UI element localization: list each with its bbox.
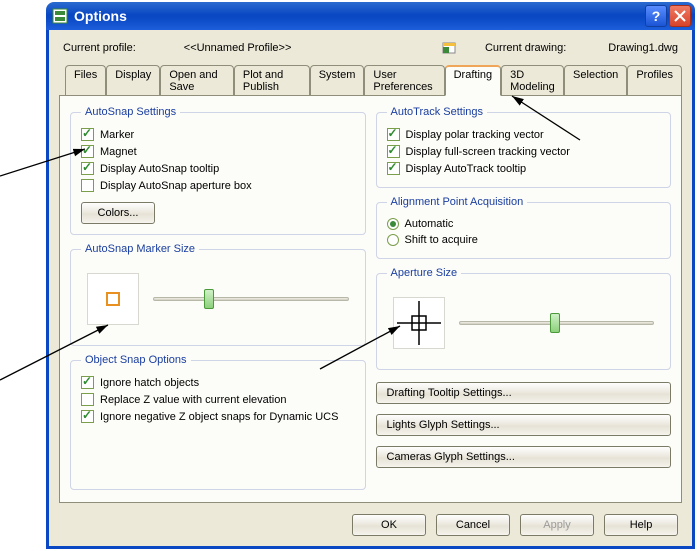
tab-profiles[interactable]: Profiles [627, 65, 682, 96]
colors-button[interactable]: Colors... [81, 202, 155, 224]
group-marker-size-legend: AutoSnap Marker Size [81, 243, 199, 255]
tab-open-save[interactable]: Open and Save [160, 65, 234, 96]
checkbox-marker[interactable] [81, 128, 94, 141]
checkbox-autosnap-tooltip[interactable] [81, 162, 94, 175]
left-column: AutoSnap Settings Marker Magnet Display … [70, 106, 366, 490]
group-aperture-size-legend: Aperture Size [387, 267, 462, 279]
tabstrip: Files Display Open and Save Plot and Pub… [59, 64, 682, 95]
right-column: AutoTrack Settings Display polar trackin… [376, 106, 672, 490]
group-alignment-legend: Alignment Point Acquisition [387, 196, 528, 208]
aperture-preview [393, 297, 445, 349]
label-autotrack-tooltip: Display AutoTrack tooltip [406, 163, 527, 175]
group-autotrack-legend: AutoTrack Settings [387, 106, 488, 118]
group-autosnap-legend: AutoSnap Settings [81, 106, 180, 118]
drafting-tooltip-settings-button[interactable]: Drafting Tooltip Settings... [376, 382, 672, 404]
cancel-button[interactable]: Cancel [436, 514, 510, 536]
tab-drafting[interactable]: Drafting [445, 65, 502, 96]
close-button[interactable] [669, 5, 691, 27]
tab-selection[interactable]: Selection [564, 65, 627, 96]
ok-button[interactable]: OK [352, 514, 426, 536]
tab-user-preferences[interactable]: User Preferences [364, 65, 444, 96]
tab-content: AutoSnap Settings Marker Magnet Display … [59, 95, 682, 503]
app-icon [52, 8, 68, 24]
label-magnet: Magnet [100, 146, 137, 158]
tab-system[interactable]: System [310, 65, 365, 96]
cameras-glyph-settings-button[interactable]: Cameras Glyph Settings... [376, 446, 672, 468]
label-replace-z: Replace Z value with current elevation [100, 394, 286, 406]
group-osnap-options: Object Snap Options Ignore hatch objects… [70, 354, 366, 490]
checkbox-fullscreen-tracking[interactable] [387, 145, 400, 158]
window-title: Options [74, 8, 643, 24]
group-aperture-size: Aperture Size [376, 267, 672, 370]
dialog-buttons: OK Cancel Apply Help [352, 514, 678, 536]
checkbox-ignore-neg-z[interactable] [81, 410, 94, 423]
label-automatic: Automatic [405, 218, 454, 230]
tab-files[interactable]: Files [65, 65, 106, 96]
tab-3d-modeling[interactable]: 3D Modeling [501, 65, 564, 96]
checkbox-replace-z[interactable] [81, 393, 94, 406]
aperture-size-slider[interactable] [459, 321, 655, 325]
group-autotrack: AutoTrack Settings Display polar trackin… [376, 106, 672, 188]
label-ignore-neg-z: Ignore negative Z object snaps for Dynam… [100, 411, 338, 423]
label-marker: Marker [100, 129, 134, 141]
checkbox-polar-tracking[interactable] [387, 128, 400, 141]
profile-row: Current profile: <<Unnamed Profile>> Cur… [59, 38, 682, 64]
group-alignment: Alignment Point Acquisition Automatic Sh… [376, 196, 672, 259]
checkbox-magnet[interactable] [81, 145, 94, 158]
titlebar: Options ? [46, 2, 695, 30]
window-body: Current profile: <<Unnamed Profile>> Cur… [46, 30, 695, 549]
checkbox-autotrack-tooltip[interactable] [387, 162, 400, 175]
label-fullscreen-tracking: Display full-screen tracking vector [406, 146, 570, 158]
checkbox-autosnap-aperture[interactable] [81, 179, 94, 192]
checkbox-ignore-hatch[interactable] [81, 376, 94, 389]
group-autosnap: AutoSnap Settings Marker Magnet Display … [70, 106, 366, 235]
current-profile-value: <<Unnamed Profile>> [184, 42, 292, 54]
drawing-icon [441, 40, 457, 56]
tab-plot-publish[interactable]: Plot and Publish [234, 65, 310, 96]
marker-preview [87, 273, 139, 325]
help-titlebar-button[interactable]: ? [645, 5, 667, 27]
group-marker-size: AutoSnap Marker Size [70, 243, 366, 346]
apply-button[interactable]: Apply [520, 514, 594, 536]
current-drawing-value: Drawing1.dwg [608, 42, 678, 54]
label-ignore-hatch: Ignore hatch objects [100, 377, 199, 389]
current-profile-label: Current profile: [63, 42, 136, 54]
label-polar-tracking: Display polar tracking vector [406, 129, 544, 141]
tab-display[interactable]: Display [106, 65, 160, 96]
label-shift: Shift to acquire [405, 234, 478, 246]
radio-shift[interactable] [387, 234, 399, 246]
lights-glyph-settings-button[interactable]: Lights Glyph Settings... [376, 414, 672, 436]
radio-automatic[interactable] [387, 218, 399, 230]
help-button[interactable]: Help [604, 514, 678, 536]
label-autosnap-tooltip: Display AutoSnap tooltip [100, 163, 219, 175]
current-drawing-label: Current drawing: [485, 42, 566, 54]
group-osnap-legend: Object Snap Options [81, 354, 191, 366]
marker-size-slider[interactable] [153, 297, 349, 301]
label-autosnap-aperture: Display AutoSnap aperture box [100, 180, 252, 192]
